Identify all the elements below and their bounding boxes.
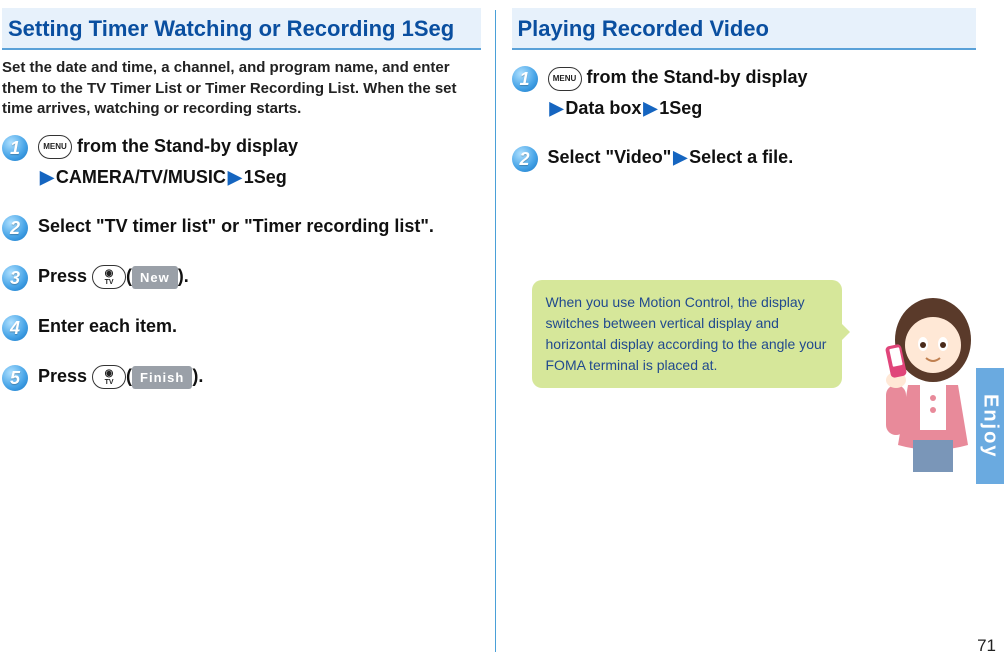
step-body: Enter each item. (38, 313, 481, 340)
step-number: 2 (2, 215, 28, 241)
step-body: Press ◉TV (Finish). (38, 363, 481, 390)
step-4-left: 4 Enter each item. (2, 313, 481, 341)
step-number: 5 (2, 365, 28, 391)
section-heading-right: Playing Recorded Video (512, 8, 991, 50)
step-3-left: 3 Press ◉TV (New). (2, 263, 481, 291)
step-text: from the Stand-by display (72, 136, 298, 156)
arrow-icon: ▶ (548, 98, 566, 118)
camera-tv-icon: ◉TV (92, 365, 126, 389)
camera-tv-icon: ◉TV (92, 265, 126, 289)
page-number: 71 (977, 636, 996, 656)
tip-callout: When you use Motion Control, the display… (532, 280, 842, 388)
softkey-finish: Finish (132, 366, 192, 390)
step-subline: ▶Data box▶1Seg (548, 95, 991, 122)
step-2-left: 2 Select "TV timer list" or "Timer recor… (2, 213, 481, 241)
step-body: MENU from the Stand-by display ▶Data box… (548, 64, 991, 122)
arrow-icon: ▶ (641, 98, 659, 118)
sidebar: Enjoy (976, 0, 1004, 662)
step-number: 1 (2, 135, 28, 161)
side-tab-enjoy: Enjoy (976, 368, 1004, 484)
right-column: Playing Recorded Video 1 MENU from the S… (496, 0, 1004, 662)
page-container: Setting Timer Watching or Recording 1Seg… (0, 0, 1004, 662)
intro-text: Set the date and time, a channel, and pr… (2, 58, 481, 119)
step-2-right: 2 Select "Video"▶Select a file. (512, 144, 991, 172)
arrow-icon: ▶ (671, 147, 689, 167)
step-body: MENU from the Stand-by display ▶CAMERA/T… (38, 133, 481, 191)
section-heading-left: Setting Timer Watching or Recording 1Seg (2, 8, 481, 50)
step-number: 3 (2, 265, 28, 291)
step-1-left: 1 MENU from the Stand-by display ▶CAMERA… (2, 133, 481, 191)
step-5-left: 5 Press ◉TV (Finish). (2, 363, 481, 391)
left-column: Setting Timer Watching or Recording 1Seg… (0, 0, 495, 662)
menu-icon: MENU (38, 135, 72, 159)
step-body: Select "TV timer list" or "Timer recordi… (38, 213, 481, 240)
step-1-right: 1 MENU from the Stand-by display ▶Data b… (512, 64, 991, 122)
arrow-icon: ▶ (226, 167, 244, 187)
step-number: 2 (512, 146, 538, 172)
step-body: Press ◉TV (New). (38, 263, 481, 290)
menu-icon: MENU (548, 67, 582, 91)
softkey-new: New (132, 266, 178, 290)
arrow-icon: ▶ (38, 167, 56, 187)
step-subline: ▶CAMERA/TV/MUSIC▶1Seg (38, 164, 481, 191)
step-text: from the Stand-by display (582, 67, 808, 87)
step-body: Select "Video"▶Select a file. (548, 144, 991, 171)
step-number: 4 (2, 315, 28, 341)
step-number: 1 (512, 66, 538, 92)
